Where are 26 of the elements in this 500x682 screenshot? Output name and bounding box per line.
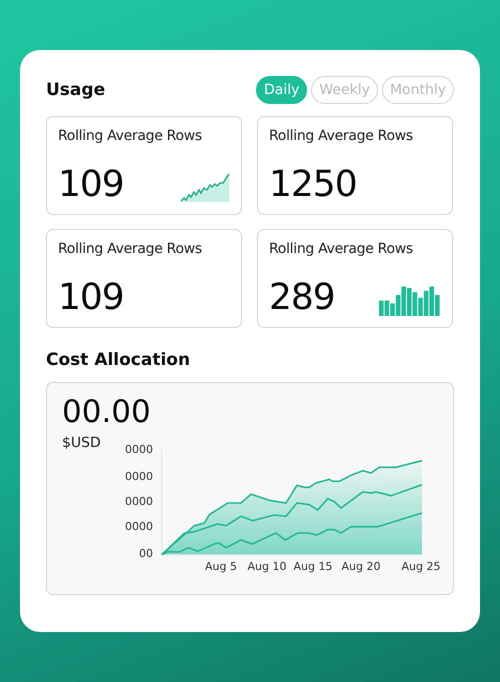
stat-value: 109 [58, 167, 124, 203]
cost-amount: 00.00 [62, 397, 151, 428]
card-label: Rolling Average Rows [58, 241, 203, 257]
y-axis-label: 00 [139, 547, 153, 560]
y-axis-label: 0000 [125, 470, 153, 483]
y-axis-label: 0000 [125, 520, 153, 533]
stat-value: 109 [58, 280, 124, 316]
cost-heading: Cost Allocation [46, 350, 192, 370]
period-tab[interactable]: Monthly [382, 76, 454, 104]
stat-value: 1250 [269, 167, 357, 203]
usage-heading: Usage [46, 80, 106, 100]
x-axis-label: Aug 10 [248, 560, 286, 573]
card-label: Rolling Average Rows [58, 128, 203, 144]
y-axis-label: 0000 [125, 443, 153, 456]
period-tab[interactable]: Daily [256, 76, 308, 104]
currency-label: $USD [62, 435, 101, 451]
card-label: Rolling Average Rows [269, 241, 414, 257]
x-axis-label: Aug 15 [294, 560, 332, 573]
bar-sparkline-drawing [379, 284, 441, 316]
x-axis-label: Aug 25 [402, 560, 440, 573]
x-axis-label: Aug 5 [205, 560, 237, 573]
stat-value: 289 [269, 280, 335, 316]
x-axis-label: Aug 20 [342, 560, 380, 573]
y-axis-label: 0000 [125, 495, 153, 508]
card-label: Rolling Average Rows [269, 128, 414, 144]
period-tab[interactable]: Weekly [311, 76, 378, 104]
